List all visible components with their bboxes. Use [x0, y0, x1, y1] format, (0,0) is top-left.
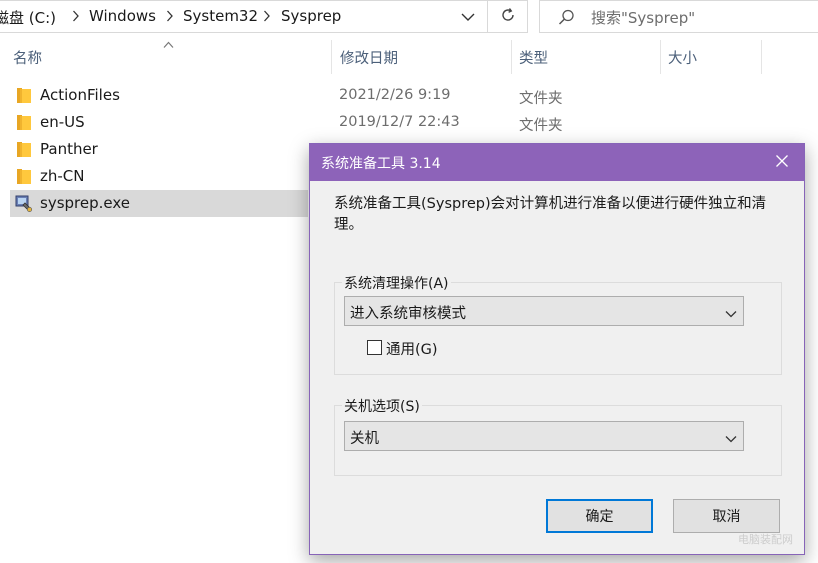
file-name: zh-CN — [40, 167, 85, 185]
folder-icon — [17, 142, 31, 157]
file-type: 文件夹 — [519, 118, 563, 134]
file-row[interactable]: en-US — [10, 109, 308, 136]
cleanup-action-value: 进入系统审核模式 — [350, 306, 466, 322]
column-header-size[interactable]: 大小 — [668, 47, 697, 68]
dialog-titlebar[interactable]: 系统准备工具 3.14 — [310, 144, 804, 181]
chevron-right-icon[interactable] — [72, 9, 80, 23]
close-icon — [775, 154, 789, 172]
column-header-type[interactable]: 类型 — [519, 47, 548, 68]
breadcrumb-drive[interactable]: 磁盘 (C:) — [0, 7, 56, 28]
column-header-date[interactable]: 修改日期 — [340, 47, 398, 68]
breadcrumb-windows[interactable]: Windows — [89, 7, 156, 25]
cancel-button[interactable]: 取消 — [673, 499, 780, 533]
file-date: 2021/2/26 9:19 — [339, 87, 451, 103]
file-type: 文件夹 — [519, 91, 563, 107]
shutdown-options-label: 关机选项(S) — [342, 396, 422, 416]
folder-icon — [17, 169, 31, 184]
folder-icon — [17, 88, 31, 103]
sysprep-app-icon — [14, 194, 33, 213]
column-divider[interactable] — [660, 40, 661, 74]
generalize-label[interactable]: 通用(G) — [386, 338, 438, 359]
dialog-title: 系统准备工具 3.14 — [321, 156, 441, 172]
column-header-name[interactable]: 名称 — [13, 47, 42, 68]
breadcrumb-sysprep[interactable]: Sysprep — [281, 7, 341, 25]
address-bar-row: 磁盘 (C:) Windows System32 Sysprep 搜索"Sysp… — [0, 0, 818, 34]
search-input[interactable]: 搜索"Sysprep" — [539, 0, 818, 33]
chevron-right-icon[interactable] — [263, 9, 271, 23]
sort-ascending-icon — [163, 37, 174, 53]
column-divider[interactable] — [331, 40, 332, 74]
shutdown-options-group: 关机选项(S) 关机 — [334, 396, 782, 476]
breadcrumb-system32[interactable]: System32 — [183, 7, 258, 25]
cleanup-action-label: 系统清理操作(A) — [342, 273, 451, 293]
generalize-checkbox[interactable] — [367, 340, 382, 355]
ok-button[interactable]: 确定 — [546, 499, 653, 533]
search-icon — [558, 9, 575, 30]
file-row[interactable]: Panther — [10, 136, 308, 163]
chevron-down-icon[interactable] — [458, 9, 478, 25]
chevron-down-icon — [725, 431, 737, 447]
file-name: Panther — [40, 140, 98, 158]
file-name: sysprep.exe — [40, 194, 130, 212]
folder-icon — [17, 115, 31, 130]
file-row-selected[interactable]: sysprep.exe — [10, 190, 308, 217]
search-placeholder: 搜索"Sysprep" — [591, 9, 696, 27]
column-divider[interactable] — [761, 40, 762, 74]
shutdown-options-select[interactable]: 关机 — [344, 421, 744, 451]
cleanup-action-group: 系统清理操作(A) 进入系统审核模式 通用(G) — [334, 273, 782, 375]
chevron-right-icon[interactable] — [166, 9, 174, 23]
chevron-down-icon — [725, 306, 737, 322]
address-bar[interactable]: 磁盘 (C:) Windows System32 Sysprep — [0, 0, 488, 33]
file-name: ActionFiles — [40, 86, 120, 104]
column-divider[interactable] — [511, 40, 512, 74]
refresh-icon — [500, 7, 516, 27]
file-row[interactable]: ActionFiles — [10, 82, 308, 109]
cleanup-action-select[interactable]: 进入系统审核模式 — [344, 296, 744, 326]
close-button[interactable] — [760, 144, 804, 181]
sysprep-dialog: 系统准备工具 3.14 系统准备工具(Sysprep)会对计算机进行准备以便进行… — [309, 143, 805, 555]
refresh-button[interactable] — [488, 0, 528, 33]
file-row[interactable]: zh-CN — [10, 163, 308, 190]
dialog-description: 系统准备工具(Sysprep)会对计算机进行准备以便进行硬件独立和清理。 — [334, 196, 767, 233]
file-name: en-US — [40, 113, 85, 131]
shutdown-options-value: 关机 — [350, 431, 379, 447]
watermark-text: 电脑装配网 — [738, 533, 793, 546]
file-date: 2019/12/7 22:43 — [339, 114, 460, 130]
